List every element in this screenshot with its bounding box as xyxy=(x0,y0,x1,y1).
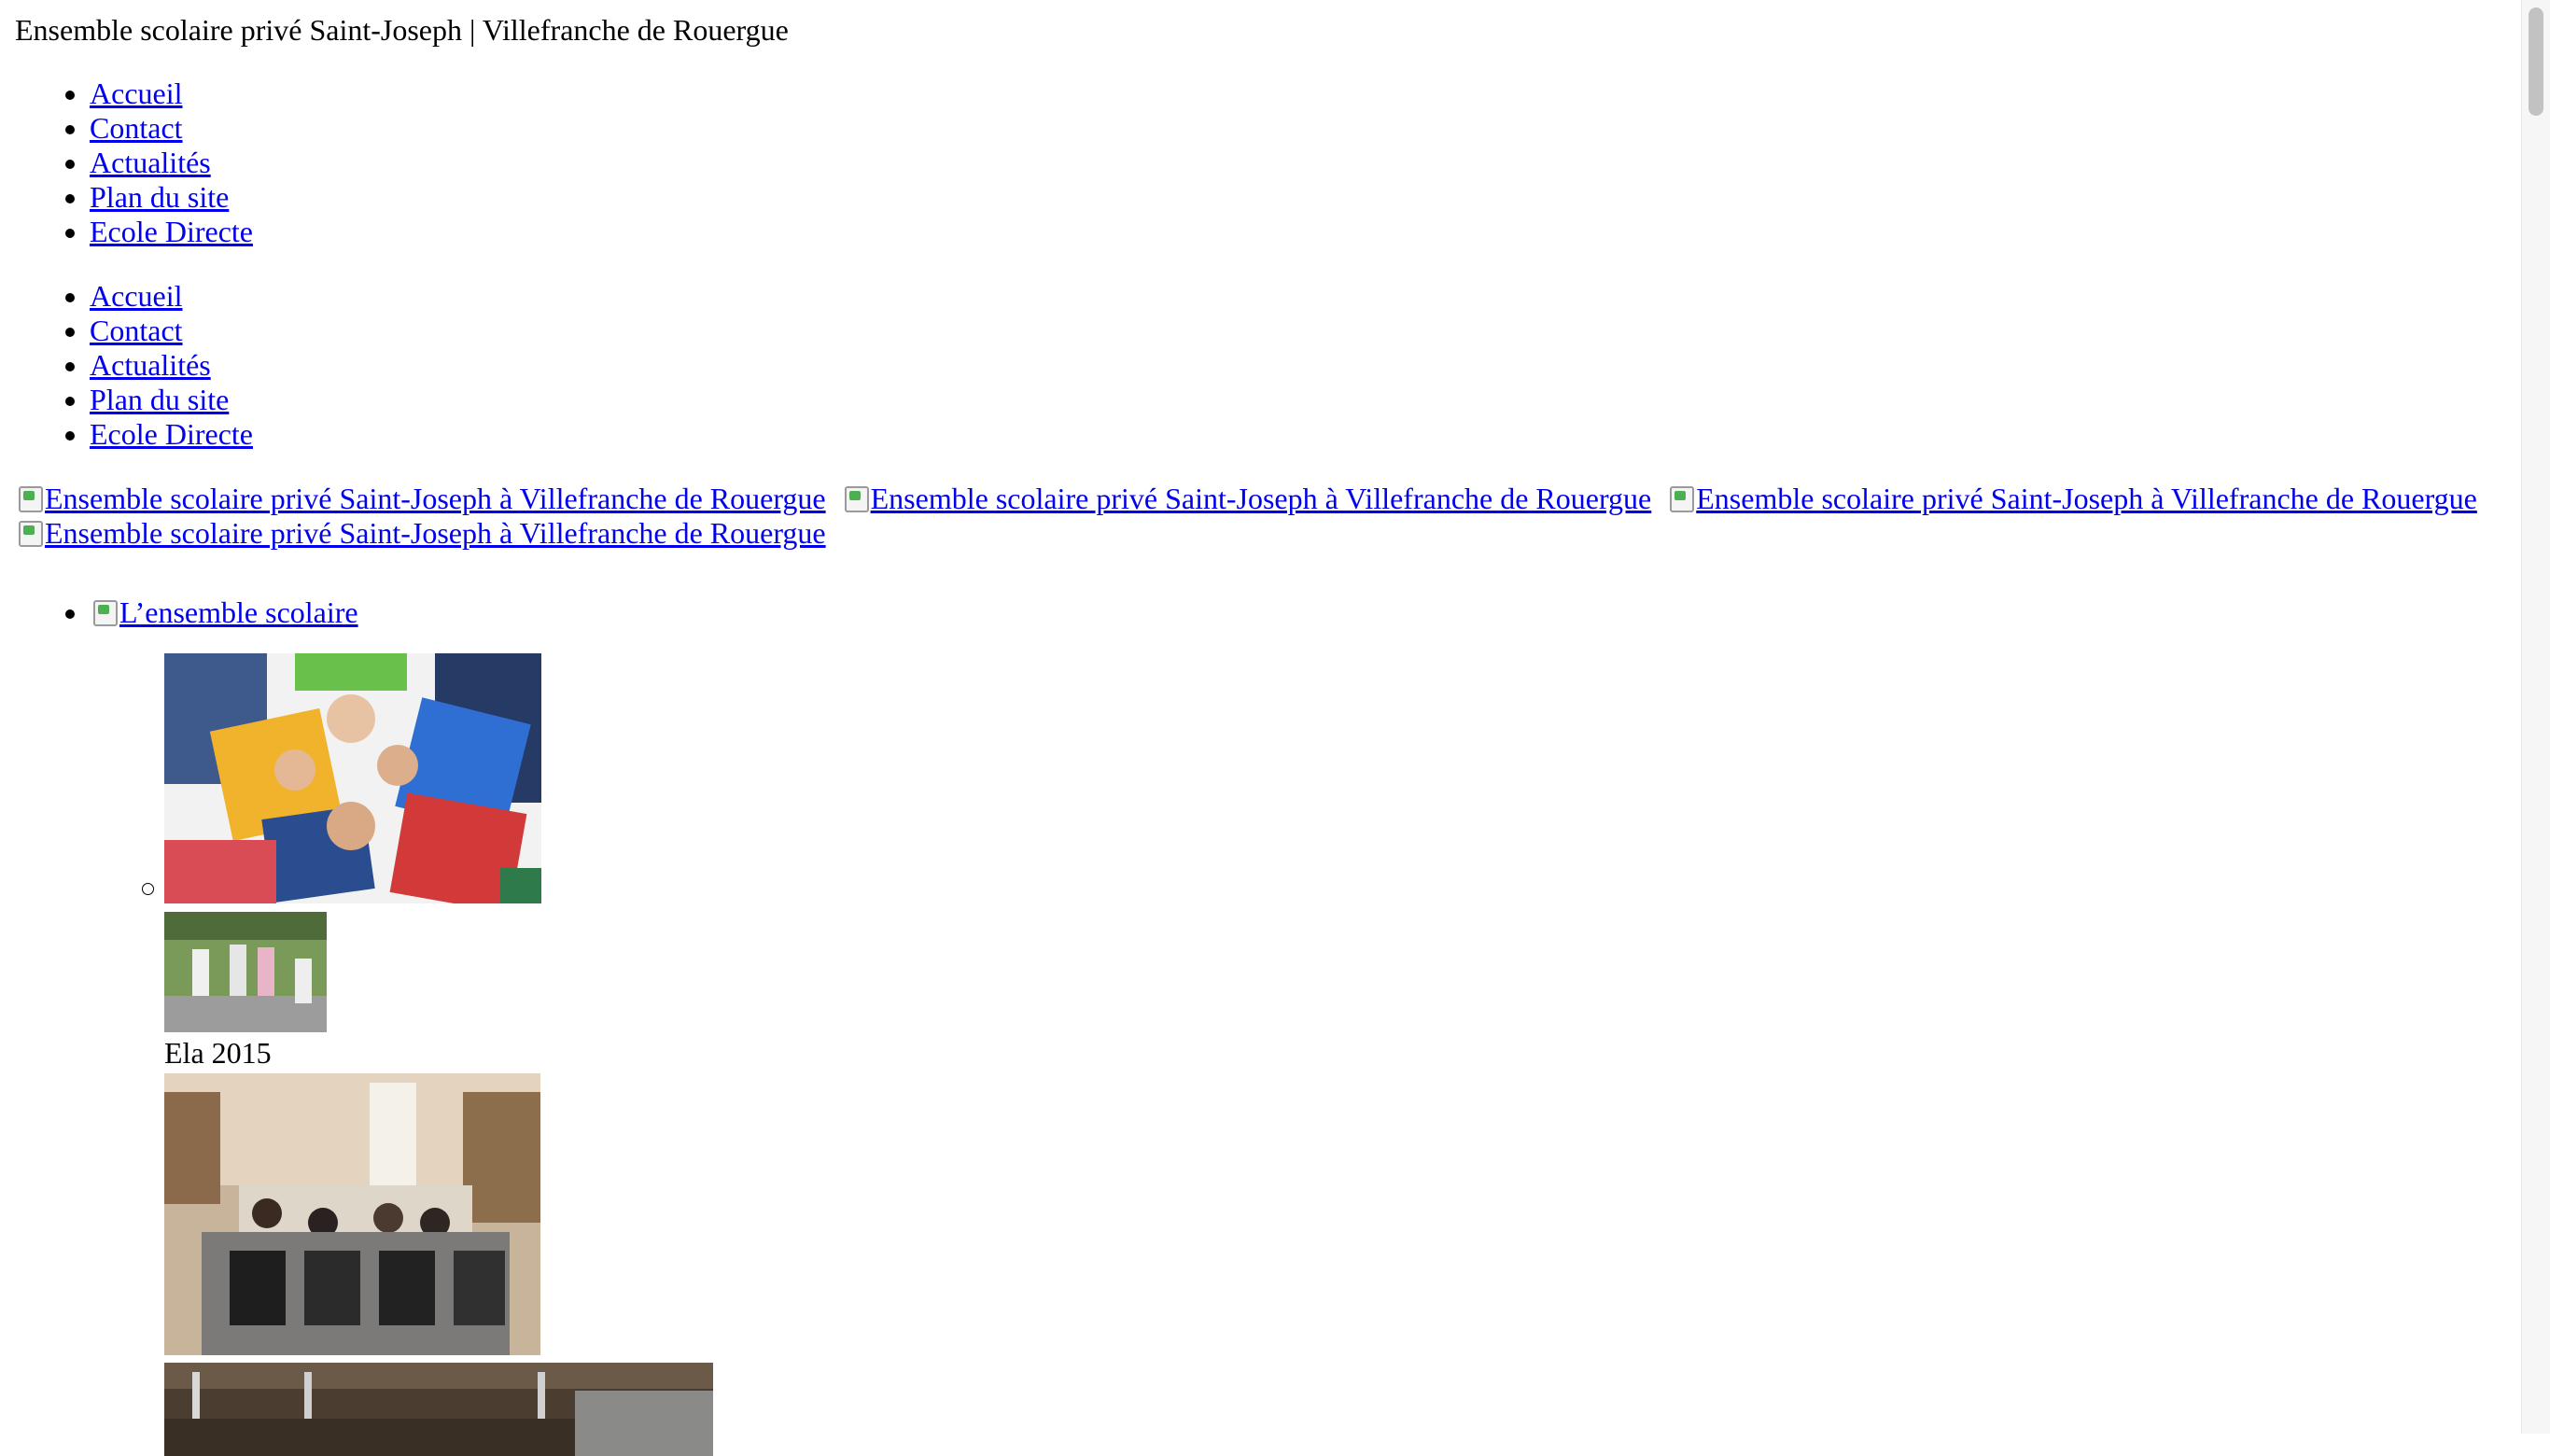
menu-item-plan-du-site: Plan du site xyxy=(90,180,253,215)
site-title: Ensemble scolaire privé Saint-Joseph | V… xyxy=(15,13,789,47)
banner-link-label: Ensemble scolaire privé Saint-Joseph à V… xyxy=(870,482,1652,515)
photo-caption: Ela 2015 xyxy=(164,1036,272,1070)
menu-item-contact: Contact xyxy=(90,314,253,348)
banner-link[interactable]: Ensemble scolaire privé Saint-Joseph à V… xyxy=(15,482,826,515)
runners-illustration xyxy=(164,912,327,1032)
menu-link-plan-du-site[interactable]: Plan du site xyxy=(90,383,229,416)
menu-item-plan-du-site: Plan du site xyxy=(90,383,253,417)
broken-image-icon xyxy=(841,483,871,512)
menu-item-ecole-directe: Ecole Directe xyxy=(90,215,253,249)
banner-row: Ensemble scolaire privé Saint-Joseph à V… xyxy=(15,482,2498,516)
menu-link-accueil[interactable]: Accueil xyxy=(90,77,183,110)
scrollbar[interactable] xyxy=(2521,0,2550,1434)
students-illustration xyxy=(164,653,541,903)
broken-image-icon xyxy=(15,517,45,547)
menu-item-accueil: Accueil xyxy=(90,77,253,111)
photo-gallery: Ela 2015 xyxy=(142,653,818,1456)
broken-image-icon xyxy=(1666,483,1696,512)
banner-link[interactable]: Ensemble scolaire privé Saint-Joseph à V… xyxy=(1666,482,2477,515)
menu-item-actualites: Actualités xyxy=(90,146,253,180)
ela-2015-photo xyxy=(164,912,327,1032)
banner-link-label: Ensemble scolaire privé Saint-Joseph à V… xyxy=(45,482,826,515)
students-photo xyxy=(164,653,541,903)
menu-item-actualites: Actualités xyxy=(90,348,253,383)
menu-link-actualites[interactable]: Actualités xyxy=(90,348,211,382)
menu-item-ecole-directe: Ecole Directe xyxy=(90,417,253,452)
banner-link[interactable]: Ensemble scolaire privé Saint-Joseph à V… xyxy=(15,516,826,550)
banner-links: Ensemble scolaire privé Saint-Joseph à V… xyxy=(15,482,2498,551)
banner-link[interactable]: Ensemble scolaire privé Saint-Joseph à V… xyxy=(841,482,1652,515)
broken-image-icon xyxy=(90,596,119,626)
circle-bullet-icon xyxy=(142,883,154,895)
classroom-illustration xyxy=(164,1073,540,1355)
menu-item-accueil: Accueil xyxy=(90,279,253,314)
hall-illustration xyxy=(164,1363,713,1456)
scrollbar-thumb[interactable] xyxy=(2529,7,2543,116)
menu-item-contact: Contact xyxy=(90,111,253,146)
menu-link-contact[interactable]: Contact xyxy=(90,314,183,347)
banner-row: Ensemble scolaire privé Saint-Joseph à V… xyxy=(15,516,2498,551)
broken-image-icon xyxy=(15,483,45,512)
section-link-label: L’ensemble scolaire xyxy=(119,595,358,629)
menu-link-ecole-directe[interactable]: Ecole Directe xyxy=(90,215,253,248)
section-item: L’ensemble scolaire xyxy=(90,595,358,630)
classroom-photo xyxy=(164,1073,540,1355)
secondary-menu: Accueil Contact Actualités Plan du site … xyxy=(15,279,253,452)
gallery-item: Ela 2015 xyxy=(142,653,818,1456)
menu-link-actualites[interactable]: Actualités xyxy=(90,146,211,179)
menu-link-accueil[interactable]: Accueil xyxy=(90,279,183,313)
section-list: L’ensemble scolaire xyxy=(15,595,358,630)
hall-photo xyxy=(164,1363,713,1456)
banner-link-label: Ensemble scolaire privé Saint-Joseph à V… xyxy=(45,516,826,550)
menu-link-ecole-directe[interactable]: Ecole Directe xyxy=(90,417,253,451)
main-menu: Accueil Contact Actualités Plan du site … xyxy=(15,77,253,249)
menu-link-contact[interactable]: Contact xyxy=(90,111,183,145)
banner-link-label: Ensemble scolaire privé Saint-Joseph à V… xyxy=(1696,482,2477,515)
menu-link-plan-du-site[interactable]: Plan du site xyxy=(90,180,229,214)
section-link[interactable]: L’ensemble scolaire xyxy=(90,595,358,629)
